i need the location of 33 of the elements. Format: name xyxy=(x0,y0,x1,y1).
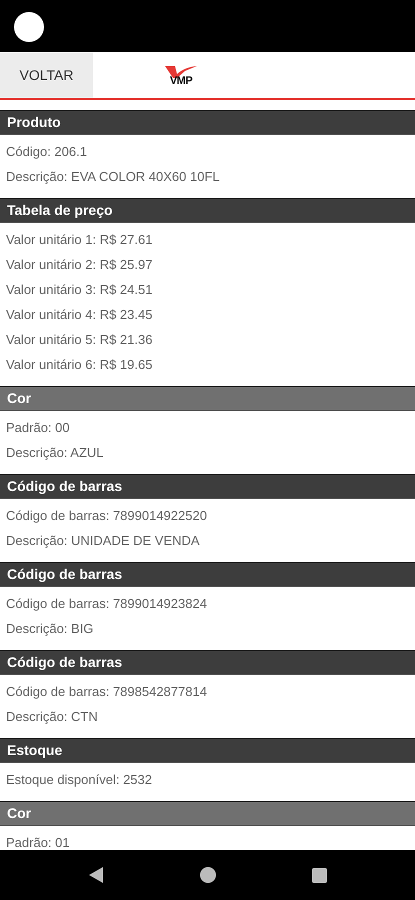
field-text: Descrição: UNIDADE DE VENDA xyxy=(5,532,201,550)
field-text: Valor unitário 4: R$ 23.45 xyxy=(5,306,154,324)
section-header: Código de barras xyxy=(0,650,415,675)
field-text: Valor unitário 5: R$ 21.36 xyxy=(5,331,154,349)
field-text: Código de barras: 7899014923824 xyxy=(5,595,208,613)
field-text: Descrição: AZUL xyxy=(5,444,105,462)
field-text: Valor unitário 1: R$ 27.61 xyxy=(5,231,154,249)
section-header: Código de barras xyxy=(0,562,415,587)
section-header: Produto xyxy=(0,110,415,135)
logo-icon xyxy=(163,64,199,78)
back-icon[interactable] xyxy=(88,866,104,884)
field-text: Estoque disponível: 2532 xyxy=(5,771,153,789)
field-text: Valor unitário 2: R$ 25.97 xyxy=(5,256,154,274)
section-header: Cor xyxy=(0,801,415,826)
field-text: Descrição: CTN xyxy=(5,708,99,726)
field-text: Valor unitário 6: R$ 19.65 xyxy=(5,356,154,374)
camera-dot xyxy=(14,12,44,42)
field-text: Valor unitário 3: R$ 24.51 xyxy=(5,281,154,299)
field-text: Descrição: BIG xyxy=(5,620,94,638)
field-text: Padrão: 01 xyxy=(5,834,71,850)
home-icon[interactable] xyxy=(200,867,216,883)
field-text: Padrão: 00 xyxy=(5,419,71,437)
section-header: Estoque xyxy=(0,738,415,763)
field-text: Código de barras: 7899014922520 xyxy=(5,507,208,525)
section-header: Código de barras xyxy=(0,474,415,499)
section-header: Tabela de preço xyxy=(0,198,415,223)
field-text: Descrição: EVA COLOR 40X60 10FL xyxy=(5,168,221,186)
section-header: Cor xyxy=(0,386,415,411)
recents-icon[interactable] xyxy=(312,868,327,882)
field-text: Código de barras: 7898542877814 xyxy=(5,683,208,701)
field-text: Código: 206.1 xyxy=(5,143,88,161)
back-button[interactable]: VOLTAR xyxy=(0,52,93,98)
logo-text: VMP xyxy=(170,76,192,86)
